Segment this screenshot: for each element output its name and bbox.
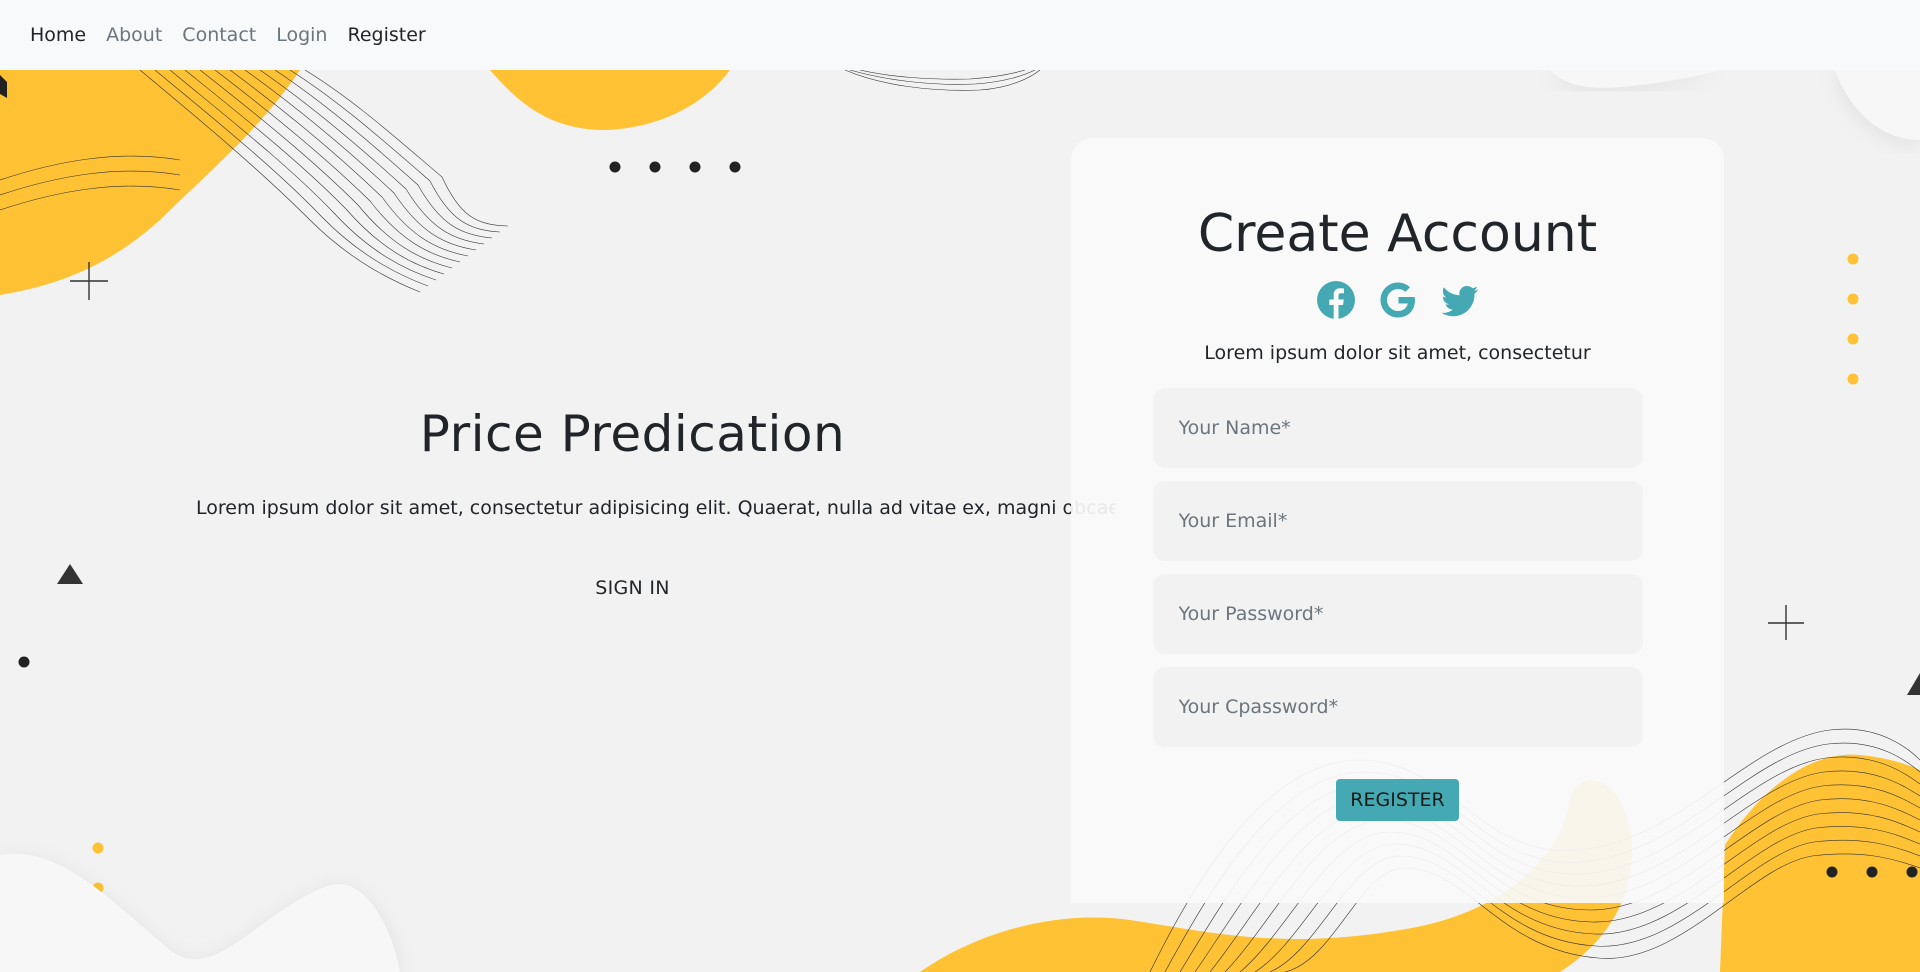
hero-description: Lorem ipsum dolor sit amet, consectetur …	[196, 497, 1115, 519]
nav-contact-link[interactable]: Contact	[182, 24, 256, 46]
register-card: Create Account Lorem ipsum dolor sit ame…	[1071, 138, 1724, 903]
name-field[interactable]	[1152, 388, 1643, 468]
line-wave-top-center	[844, 70, 1041, 91]
white-blob-right	[1835, 70, 1920, 140]
google-icon[interactable]	[1378, 280, 1418, 320]
triangle-right	[1907, 673, 1920, 695]
email-field[interactable]	[1152, 481, 1643, 561]
password-field[interactable]	[1152, 574, 1643, 654]
hero-title: Price Predication	[419, 405, 846, 463]
triangle-left	[57, 564, 83, 584]
dots-top	[609, 161, 741, 173]
register-button[interactable]: REGISTER	[1336, 779, 1459, 821]
nav-about-link[interactable]: About	[106, 24, 162, 46]
yellow-blob-top	[490, 70, 730, 130]
yellow-dots-right	[1847, 253, 1859, 385]
white-blob-top-right	[1550, 70, 1720, 88]
confirm-password-field[interactable]	[1152, 667, 1643, 747]
card-title: Create Account	[1197, 204, 1598, 264]
sign-in-link[interactable]: SIGN IN	[595, 577, 670, 599]
yellow-wave-top-left	[0, 70, 300, 295]
card-subtitle: Lorem ipsum dolor sit amet, consectetur	[1204, 342, 1591, 364]
yellow-blob-bottom-right	[1720, 754, 1920, 972]
nav-home-link[interactable]: Home	[30, 24, 86, 46]
social-login-group	[1071, 280, 1724, 320]
nav-register-link[interactable]: Register	[347, 24, 425, 46]
white-wave-bottom-left	[0, 853, 400, 972]
facebook-icon[interactable]	[1316, 280, 1356, 320]
twitter-icon[interactable]	[1440, 280, 1480, 320]
navbar: Home About Contact Login Register	[0, 0, 1920, 70]
nav-login-link[interactable]: Login	[276, 24, 327, 46]
hero-section: Price Predication Lorem ipsum dolor sit …	[150, 405, 1115, 625]
register-form	[1071, 388, 1724, 747]
